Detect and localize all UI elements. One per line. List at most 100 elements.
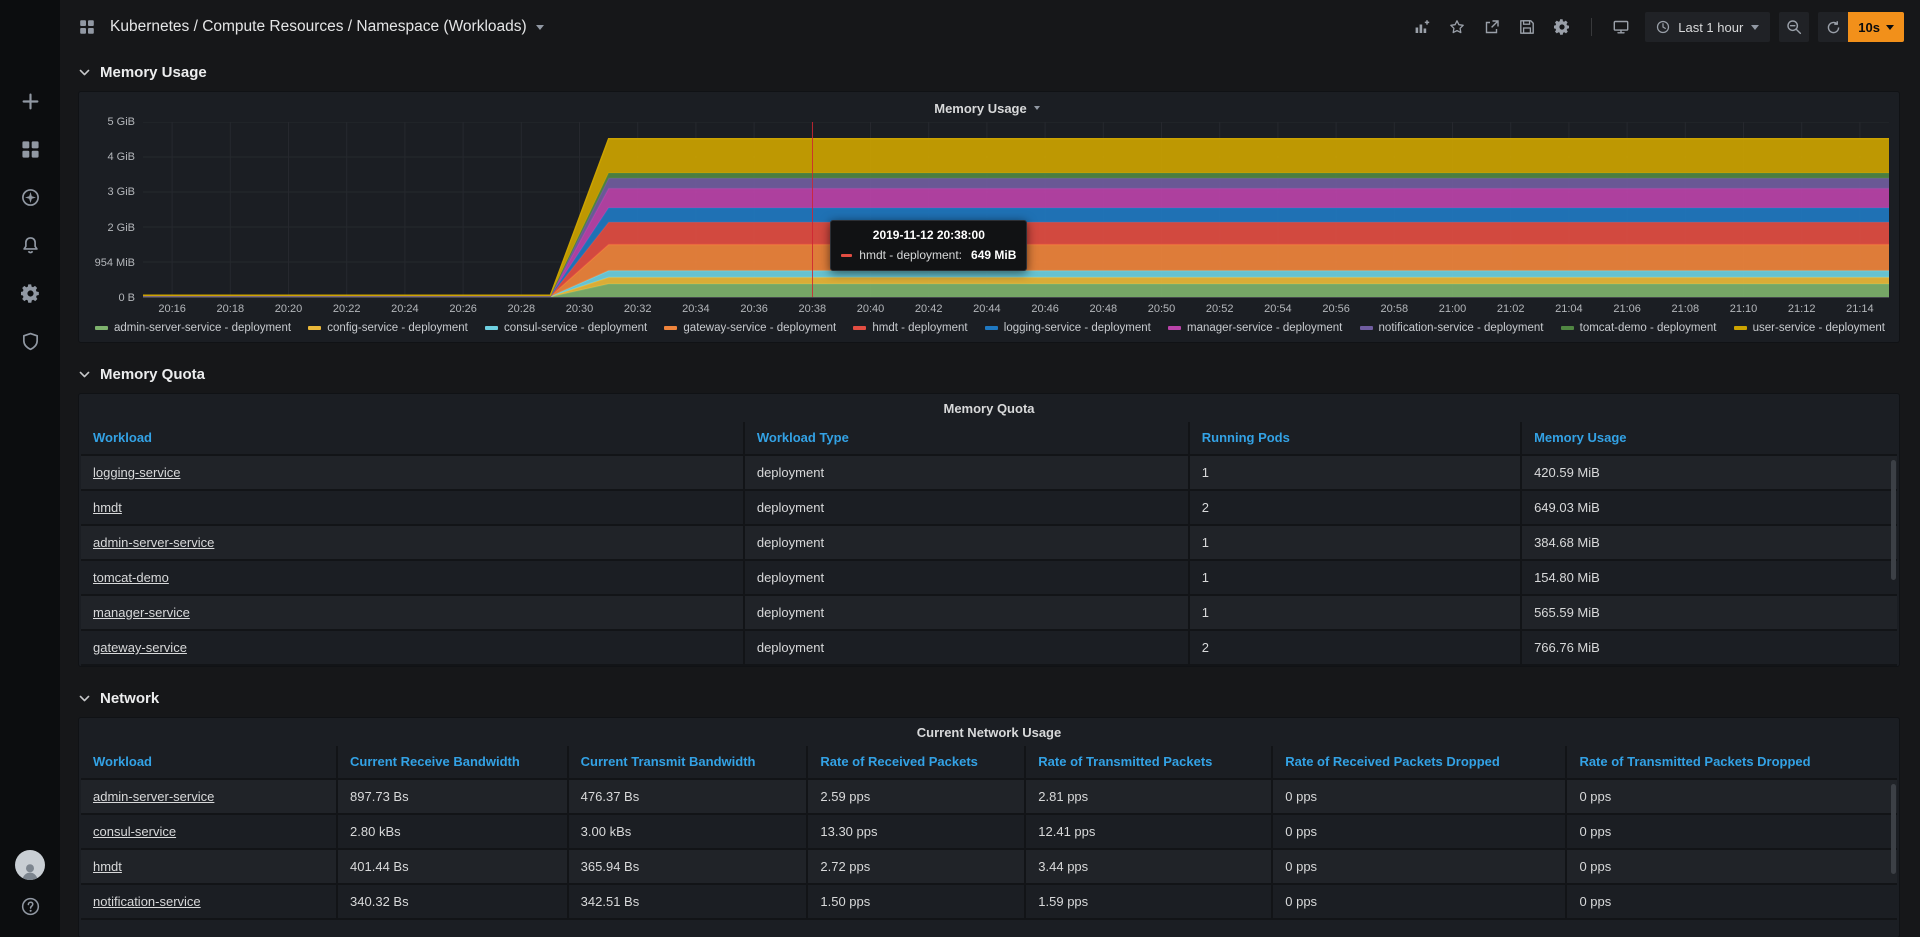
table-row: admin-server-servicedeployment1384.68 Mi… [81, 525, 1897, 560]
sidebar-item-alerting[interactable] [19, 234, 41, 256]
workload-link[interactable]: tomcat-demo [93, 570, 169, 585]
table-cell: 0 pps [1566, 814, 1897, 849]
sidebar-item-help[interactable] [19, 895, 41, 917]
sidebar-item-server-admin[interactable] [19, 330, 41, 352]
legend-item[interactable]: tomcat-demo - deployment [1561, 322, 1717, 334]
table-cell: 0 pps [1272, 849, 1566, 884]
legend-item[interactable]: config-service - deployment [308, 322, 468, 334]
grafana-logo[interactable] [11, 10, 49, 48]
crosshair-line [812, 122, 813, 297]
column-header[interactable]: Workload Type [744, 422, 1189, 455]
workload-cell[interactable]: logging-service [81, 455, 744, 490]
table-cell: 1 [1189, 595, 1521, 630]
workload-cell[interactable]: admin-server-service [81, 525, 744, 560]
workload-link[interactable]: admin-server-service [93, 535, 214, 550]
column-header[interactable]: Workload [81, 422, 744, 455]
shield-icon [21, 332, 40, 351]
table-cell: 342.51 Bs [568, 884, 808, 919]
x-tick-label: 21:00 [1439, 303, 1467, 315]
chart-body: 5 GiB4 GiB3 GiB2 GiB954 MiB0 B 2019-11-1… [85, 122, 1889, 298]
workload-cell[interactable]: notification-service [81, 884, 337, 919]
user-avatar[interactable] [15, 850, 45, 880]
column-header[interactable]: Current Transmit Bandwidth [568, 746, 808, 779]
workload-link[interactable]: admin-server-service [93, 789, 214, 804]
dashboard-title-dropdown[interactable]: Kubernetes / Compute Resources / Namespa… [110, 18, 544, 36]
column-header[interactable]: Rate of Received Packets Dropped [1272, 746, 1566, 779]
workload-link[interactable]: consul-service [93, 824, 176, 839]
refresh-interval-dropdown[interactable]: 10s [1848, 12, 1904, 42]
workload-cell[interactable]: manager-service [81, 595, 744, 630]
refresh-interval-label: 10s [1858, 20, 1880, 35]
sidebar-item-create[interactable] [19, 90, 41, 112]
column-header[interactable]: Workload [81, 746, 337, 779]
workload-link[interactable]: hmdt [93, 859, 122, 874]
workload-link[interactable]: gateway-service [93, 640, 187, 655]
add-panel-icon [1414, 19, 1430, 35]
sidebar-item-explore[interactable] [19, 186, 41, 208]
sidebar-item-dashboards[interactable] [19, 138, 41, 160]
chevron-down-icon [78, 66, 91, 79]
dashboard-picker-button[interactable] [72, 12, 102, 42]
refresh-button[interactable] [1818, 12, 1848, 42]
table-cell: 565.59 MiB [1521, 595, 1897, 630]
share-dashboard-button[interactable] [1477, 12, 1507, 42]
workload-cell[interactable]: admin-server-service [81, 779, 337, 814]
section-memory-quota[interactable]: Memory Quota [78, 356, 1900, 393]
workload-link[interactable]: notification-service [93, 894, 201, 909]
table-cell: 2 [1189, 490, 1521, 525]
time-range-picker[interactable]: Last 1 hour [1645, 12, 1770, 42]
x-tick-label: 20:34 [682, 303, 710, 315]
table-row: manager-servicedeployment1565.59 MiB [81, 595, 1897, 630]
table-cell: 1 [1189, 525, 1521, 560]
table-cell: 766.76 MiB [1521, 630, 1897, 665]
save-dashboard-button[interactable] [1512, 12, 1542, 42]
memory-quota-table: WorkloadWorkload TypeRunning PodsMemory … [81, 422, 1897, 666]
workload-cell[interactable]: hmdt [81, 849, 337, 884]
column-header[interactable]: Current Receive Bandwidth [337, 746, 568, 779]
dashboard-settings-button[interactable] [1547, 12, 1577, 42]
add-panel-button[interactable] [1407, 12, 1437, 42]
column-header[interactable]: Memory Usage [1521, 422, 1897, 455]
workload-cell[interactable]: gateway-service [81, 630, 744, 665]
apps-grid-icon [79, 19, 95, 35]
column-header[interactable]: Rate of Received Packets [807, 746, 1025, 779]
zoom-out-time-button[interactable] [1779, 12, 1809, 42]
legend-item[interactable]: admin-server-service - deployment [95, 322, 291, 334]
x-tick-label: 20:42 [915, 303, 943, 315]
x-tick-label: 21:02 [1497, 303, 1525, 315]
legend-item[interactable]: consul-service - deployment [485, 322, 647, 334]
plot-area[interactable]: 2019-11-12 20:38:00 hmdt - deployment: 6… [143, 122, 1889, 298]
sidebar-menu [19, 90, 41, 352]
legend-item[interactable]: manager-service - deployment [1168, 322, 1342, 334]
workload-cell[interactable]: hmdt [81, 490, 744, 525]
workload-link[interactable]: hmdt [93, 500, 122, 515]
workload-link[interactable]: manager-service [93, 605, 190, 620]
table-cell: 2.81 pps [1025, 779, 1272, 814]
panel-title-network[interactable]: Current Network Usage [81, 718, 1897, 746]
cycle-view-mode-button[interactable] [1606, 12, 1636, 42]
column-header[interactable]: Rate of Transmitted Packets [1025, 746, 1272, 779]
scrollbar-thumb[interactable] [1891, 460, 1896, 580]
section-network[interactable]: Network [78, 680, 1900, 717]
column-header[interactable]: Running Pods [1189, 422, 1521, 455]
legend-item[interactable]: notification-service - deployment [1360, 322, 1544, 334]
workload-cell[interactable]: consul-service [81, 814, 337, 849]
scrollbar-thumb[interactable] [1891, 784, 1896, 874]
plus-icon [21, 92, 40, 111]
panel-title-memory-quota[interactable]: Memory Quota [81, 394, 1897, 422]
sidebar-item-configuration[interactable] [19, 282, 41, 304]
legend-item[interactable]: hmdt - deployment [853, 322, 967, 334]
legend-item[interactable]: logging-service - deployment [985, 322, 1151, 334]
workload-cell[interactable]: tomcat-demo [81, 560, 744, 595]
save-icon [1519, 19, 1535, 35]
column-header[interactable]: Rate of Transmitted Packets Dropped [1566, 746, 1897, 779]
legend-item[interactable]: gateway-service - deployment [664, 322, 836, 334]
table-row: logging-servicedeployment1420.59 MiB [81, 455, 1897, 490]
x-tick-label: 20:16 [158, 303, 186, 315]
workload-link[interactable]: logging-service [93, 465, 180, 480]
section-memory-usage[interactable]: Memory Usage [78, 54, 1900, 91]
panel-title-memory-usage[interactable]: Memory Usage [85, 94, 1889, 122]
legend-item[interactable]: user-service - deployment [1734, 322, 1885, 334]
star-dashboard-button[interactable] [1442, 12, 1472, 42]
caret-down-icon [1886, 25, 1894, 30]
